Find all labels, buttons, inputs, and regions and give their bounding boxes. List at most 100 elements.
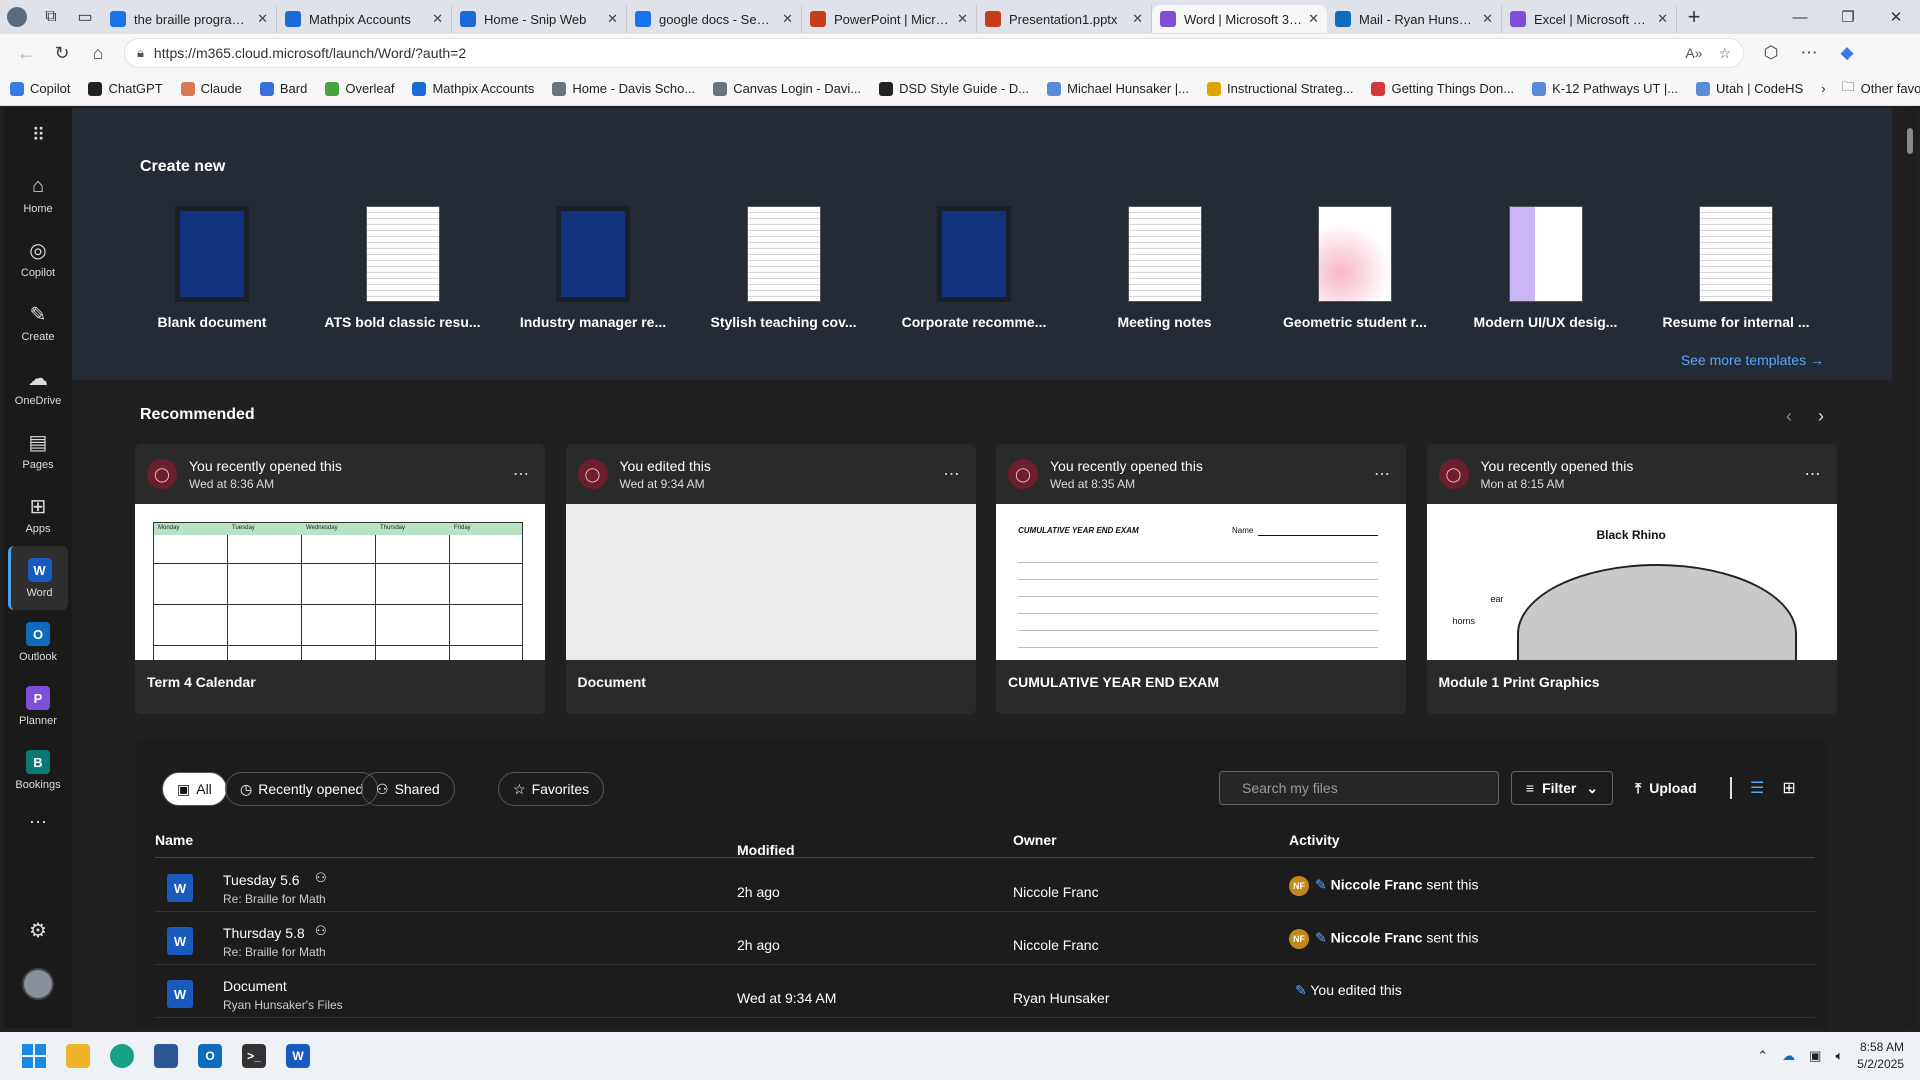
volume-icon[interactable]: 🔈︎	[1835, 1048, 1843, 1064]
bookmark-item[interactable]: Instructional Strateg...	[1207, 81, 1353, 96]
bookmark-item[interactable]: Claude	[180, 81, 242, 96]
rail-item-bookings[interactable]: B Bookings	[4, 738, 72, 802]
favorite-star-icon[interactable]: ☆	[1718, 45, 1731, 62]
close-tab-icon[interactable]: ✕	[607, 11, 618, 27]
bookmark-item[interactable]: Copilot	[10, 81, 70, 96]
file-explorer-icon[interactable]	[58, 1036, 98, 1076]
close-tab-icon[interactable]: ✕	[1482, 11, 1493, 27]
template-card[interactable]: Corporate recomme...	[894, 206, 1054, 330]
restore-icon[interactable]: ❐	[1824, 0, 1872, 34]
file-name[interactable]: Document	[223, 978, 287, 994]
scrollbar-thumb[interactable]	[1907, 128, 1913, 154]
browser-tab[interactable]: Home - Snip Web ✕	[452, 5, 627, 33]
chevron-left-icon[interactable]: ‹	[1786, 406, 1792, 427]
bookmark-item[interactable]: ChatGPT	[88, 81, 163, 96]
filter-pill-favorites[interactable]: ☆ Favorites	[498, 772, 605, 806]
lock-icon[interactable]: 🔒︎	[137, 45, 144, 61]
refresh-icon[interactable]: ↻	[44, 37, 80, 69]
chevron-right-icon[interactable]: ›	[1818, 406, 1824, 427]
filter-button[interactable]: ≡ Filter ⌄	[1511, 771, 1613, 805]
template-card[interactable]: ATS bold classic resu...	[323, 206, 483, 330]
close-tab-icon[interactable]: ✕	[957, 11, 968, 27]
browser-tab[interactable]: Presentation1.pptx ✕	[977, 5, 1152, 33]
browser-tab[interactable]: the braille program le ✕	[102, 5, 277, 33]
template-card[interactable]: Meeting notes	[1085, 206, 1245, 330]
chevron-up-icon[interactable]: ⌃	[1757, 1048, 1768, 1064]
recommended-card[interactable]: ◯ You edited this Wed at 9:34 AM ⋯ Document	[565, 444, 976, 714]
bookmark-item[interactable]: Home - Davis Scho...	[552, 81, 695, 96]
more-options-icon[interactable]: ⋯	[1374, 464, 1390, 484]
store-icon[interactable]	[146, 1036, 186, 1076]
chevron-right-icon[interactable]: ›	[1821, 81, 1825, 96]
file-name[interactable]: Tuesday 5.6	[223, 872, 300, 888]
bookmark-item[interactable]: Michael Hunsaker |...	[1047, 81, 1189, 96]
bookmark-item[interactable]: Bard	[259, 81, 307, 96]
rail-item-onedrive[interactable]: ☁ OneDrive	[4, 354, 72, 418]
rail-item-word[interactable]: W Word	[8, 546, 68, 610]
rail-item-home[interactable]: ⌂ Home	[4, 162, 72, 226]
rail-item-pages[interactable]: ▤ Pages	[4, 418, 72, 482]
see-more-templates-link[interactable]: See more templates →	[1681, 352, 1824, 368]
recommended-card[interactable]: ◯ You recently opened this Wed at 8:35 AM ⋯…	[996, 444, 1406, 714]
filter-pill-recently-opened[interactable]: ◷ Recently opened	[225, 772, 379, 806]
bookmark-item[interactable]: Mathpix Accounts	[412, 81, 534, 96]
template-card[interactable]: Blank document	[132, 206, 292, 330]
recommended-card[interactable]: ◯ You recently opened this Mon at 8:15 AM ⋯…	[1426, 444, 1837, 714]
terminal-icon[interactable]: >_	[234, 1036, 274, 1076]
extensions-icon[interactable]: ⬡	[1752, 43, 1790, 63]
template-card[interactable]: Resume for internal ...	[1656, 206, 1816, 330]
more-options-icon[interactable]: ⋯	[513, 464, 529, 484]
browser-tab[interactable]: Mathpix Accounts ✕	[277, 5, 452, 33]
close-window-icon[interactable]: ✕	[1872, 0, 1920, 34]
filter-pill-shared[interactable]: ⚇ Shared	[361, 772, 455, 806]
page-scrollbar[interactable]	[1904, 108, 1916, 1028]
close-tab-icon[interactable]: ✕	[782, 11, 793, 27]
close-tab-icon[interactable]: ✕	[257, 11, 268, 27]
search-input[interactable]: Search my files	[1219, 771, 1499, 805]
read-aloud-icon[interactable]: A»	[1685, 45, 1702, 61]
template-card[interactable]: Industry manager re...	[513, 206, 673, 330]
rail-item-planner[interactable]: P Planner	[4, 674, 72, 738]
rail-item-outlook[interactable]: O Outlook	[4, 610, 72, 674]
upload-button[interactable]: ⤒ Upload	[1635, 771, 1697, 805]
bookmark-item[interactable]: K-12 Pathways UT |...	[1532, 81, 1678, 96]
browser-tab[interactable]: google docs - Search ✕	[627, 5, 802, 33]
list-view-icon[interactable]: ☰	[1750, 778, 1764, 798]
template-card[interactable]: Stylish teaching cov...	[704, 206, 864, 330]
template-card[interactable]: Modern UI/UX desig...	[1466, 206, 1626, 330]
profile-avatar[interactable]	[0, 0, 34, 34]
address-bar[interactable]: 🔒︎ https://m365.cloud.microsoft/launch/W…	[124, 38, 1744, 68]
bookmark-item[interactable]: Getting Things Don...	[1371, 81, 1514, 96]
table-row[interactable]: W Tuesday 5.6 ⚇ Re: Braille for Math 2h ago…	[155, 860, 1815, 912]
close-tab-icon[interactable]: ✕	[1132, 11, 1143, 27]
outlook-taskbar-icon[interactable]: O	[190, 1036, 230, 1076]
vertical-tabs-icon[interactable]: ▭	[68, 0, 102, 34]
more-options-icon[interactable]: ⋯	[1790, 43, 1828, 63]
home-icon[interactable]: ⌂	[80, 37, 116, 69]
column-name[interactable]: Name	[155, 832, 193, 848]
word-taskbar-icon[interactable]: W	[278, 1036, 318, 1076]
close-tab-icon[interactable]: ✕	[432, 11, 443, 27]
back-icon[interactable]: ←	[8, 37, 44, 69]
workspaces-icon[interactable]: ⧉	[34, 0, 68, 34]
browser-tab[interactable]: PowerPoint | Microsoft ✕	[802, 5, 977, 33]
browser-tab[interactable]: Mail - Ryan Hunsaker ✕	[1327, 5, 1502, 33]
browser-tab[interactable]: Excel | Microsoft 365 ✕	[1502, 5, 1677, 33]
table-row[interactable]: W Thursday 5.8 ⚇ Re: Braille for Math 2h ag…	[155, 913, 1815, 965]
bookmark-item[interactable]: Canvas Login - Davi...	[713, 81, 861, 96]
recommended-card[interactable]: ◯ You recently opened this Wed at 8:36 AM ⋯…	[135, 444, 545, 714]
close-tab-icon[interactable]: ✕	[1308, 11, 1319, 27]
filter-pill-all[interactable]: ▣ All	[162, 772, 227, 806]
bookmark-item[interactable]: DSD Style Guide - D...	[879, 81, 1029, 96]
network-icon[interactable]: ▣	[1809, 1048, 1821, 1064]
more-options-icon[interactable]: ⋯	[944, 464, 960, 484]
avatar[interactable]	[4, 960, 72, 1008]
app-launcher-icon[interactable]: ⠿	[4, 108, 72, 162]
rail-item-apps[interactable]: ⊞ Apps	[4, 482, 72, 546]
minimize-icon[interactable]: —	[1776, 0, 1824, 34]
grid-view-icon[interactable]: ⊞	[1782, 778, 1795, 798]
close-tab-icon[interactable]: ✕	[1657, 11, 1668, 27]
other-favorites[interactable]: 🗀Other favorites	[1842, 78, 1920, 100]
more-options-icon[interactable]: ⋯	[1805, 464, 1821, 484]
rail-item-create[interactable]: ✎ Create	[4, 290, 72, 354]
